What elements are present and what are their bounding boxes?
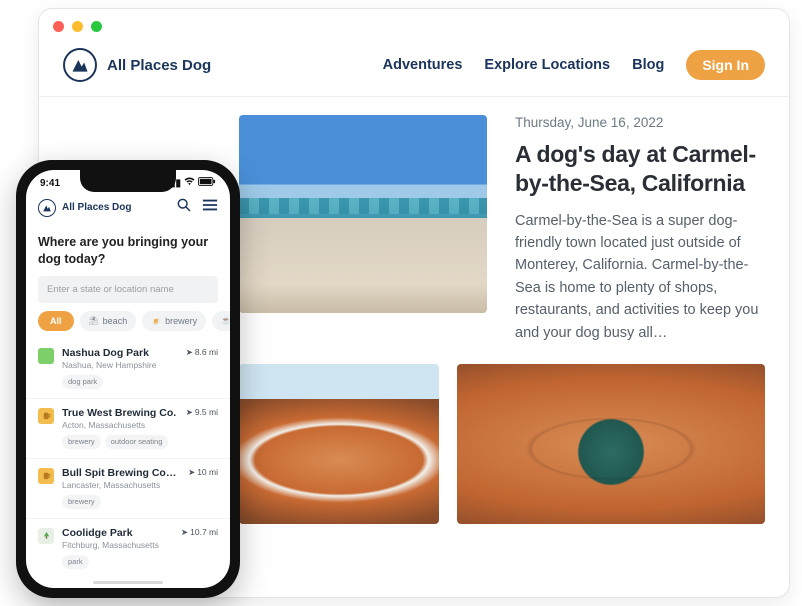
article-text: Thursday, June 16, 2022 A dog's day at C… bbox=[515, 115, 765, 344]
item-name: True West Brewing Co. bbox=[62, 407, 178, 419]
brewery-icon bbox=[38, 468, 54, 484]
item-location: Lancaster, Massachusetts bbox=[62, 480, 180, 490]
maximize-icon[interactable] bbox=[91, 21, 102, 32]
battery-icon bbox=[198, 177, 216, 189]
location-arrow-icon: ➤ bbox=[186, 407, 193, 418]
park-icon bbox=[38, 348, 54, 364]
item-distance: ➤9.5 mi bbox=[186, 407, 218, 418]
list-item[interactable]: Coolidge Park Fitchburg, Massachusetts ➤… bbox=[26, 518, 230, 578]
nav-blog[interactable]: Blog bbox=[632, 57, 664, 73]
location-arrow-icon: ➤ bbox=[188, 467, 195, 478]
mobile-brand-text: All Places Dog bbox=[62, 202, 131, 213]
list-item[interactable]: Bull Spit Brewing Company Lancaster, Mas… bbox=[26, 458, 230, 518]
cafe-icon: ☕ bbox=[221, 316, 230, 325]
phone-frame: 9:41 ▮▮▮ All Places Dog bbox=[16, 160, 240, 598]
location-arrow-icon: ➤ bbox=[186, 347, 193, 358]
brand-text: All Places Dog bbox=[107, 57, 211, 74]
gallery-image-2[interactable] bbox=[457, 364, 765, 524]
chip-beach[interactable]: ⛱beach bbox=[80, 311, 137, 331]
item-location: Fitchburg, Massachusetts bbox=[62, 540, 173, 550]
scroll-indicator bbox=[93, 581, 163, 584]
location-list: Nashua Dog Park Nashua, New Hampshire ➤8… bbox=[26, 337, 230, 588]
item-location: Acton, Massachusetts bbox=[62, 420, 178, 430]
status-time: 9:41 bbox=[40, 178, 60, 189]
item-distance: ➤8.6 mi bbox=[186, 347, 218, 358]
search-icon[interactable] bbox=[176, 197, 192, 218]
item-distance: ➤10 mi bbox=[188, 467, 218, 478]
beach-icon: ⛱ bbox=[89, 316, 99, 325]
gallery-image-1[interactable] bbox=[239, 364, 439, 524]
menu-icon[interactable] bbox=[202, 198, 218, 217]
item-name: Nashua Dog Park bbox=[62, 347, 178, 359]
minimize-icon[interactable] bbox=[72, 21, 83, 32]
article-date: Thursday, June 16, 2022 bbox=[515, 115, 765, 130]
chip-cafe[interactable]: ☕cafe bbox=[212, 311, 230, 331]
tag: brewery bbox=[62, 495, 101, 509]
item-name: Coolidge Park bbox=[62, 527, 173, 539]
filter-chips: All ⛱beach 🍺brewery ☕cafe bbox=[26, 311, 230, 337]
location-arrow-icon: ➤ bbox=[181, 527, 188, 538]
chip-all[interactable]: All bbox=[38, 311, 74, 331]
phone-screen: 9:41 ▮▮▮ All Places Dog bbox=[26, 170, 230, 588]
list-item[interactable]: Nashua Dog Park Nashua, New Hampshire ➤8… bbox=[26, 339, 230, 398]
tag: outdoor seating bbox=[105, 435, 169, 449]
nav-adventures[interactable]: Adventures bbox=[383, 57, 463, 73]
brand[interactable]: All Places Dog bbox=[63, 48, 211, 82]
search-input[interactable]: Enter a state or location name bbox=[38, 276, 218, 303]
item-location: Nashua, New Hampshire bbox=[62, 360, 178, 370]
wifi-icon bbox=[184, 177, 195, 189]
top-nav: All Places Dog Adventures Explore Locati… bbox=[39, 42, 789, 97]
brewery-icon: 🍺 bbox=[151, 316, 161, 325]
tag: park bbox=[62, 555, 89, 569]
chip-brewery[interactable]: 🍺brewery bbox=[142, 311, 206, 331]
list-item[interactable]: True West Brewing Co. Acton, Massachuset… bbox=[26, 398, 230, 458]
item-distance: ➤10.7 mi bbox=[181, 527, 218, 538]
park-icon bbox=[38, 528, 54, 544]
article-title[interactable]: A dog's day at Carmel-by-the-Sea, Califo… bbox=[515, 140, 765, 198]
logo-icon bbox=[63, 48, 97, 82]
mobile-logo-icon bbox=[38, 199, 56, 217]
article-image[interactable] bbox=[239, 115, 487, 313]
nav-explore[interactable]: Explore Locations bbox=[484, 57, 610, 73]
mobile-header: All Places Dog bbox=[26, 191, 230, 226]
close-icon[interactable] bbox=[53, 21, 64, 32]
tag: brewery bbox=[62, 435, 101, 449]
signin-button[interactable]: Sign In bbox=[686, 50, 765, 80]
mobile-brand[interactable]: All Places Dog bbox=[38, 199, 131, 217]
tag: dog park bbox=[62, 375, 103, 389]
item-name: Bull Spit Brewing Company bbox=[62, 467, 180, 479]
phone-notch bbox=[80, 170, 176, 192]
search-prompt: Where are you bringing your dog today? bbox=[26, 226, 230, 276]
brewery-icon bbox=[38, 408, 54, 424]
nav-links: Adventures Explore Locations Blog Sign I… bbox=[383, 50, 765, 80]
window-controls bbox=[39, 9, 789, 42]
article-body: Carmel-by-the-Sea is a super dog-friendl… bbox=[515, 210, 765, 345]
